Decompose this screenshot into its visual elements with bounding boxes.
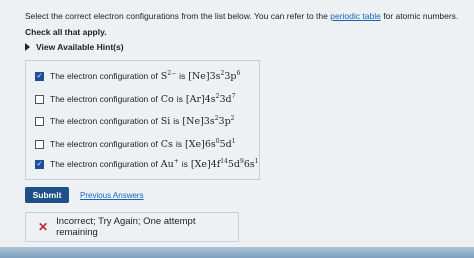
option-checkbox[interactable] — [35, 94, 44, 104]
view-hints-label: View Available Hint(s) — [36, 42, 124, 52]
option-is: is — [175, 139, 183, 149]
question-text: Select the correct electron configuratio… — [25, 11, 458, 21]
check-all-instruction: Check all that apply. — [25, 27, 107, 37]
option-row[interactable]: The electron configuration ofAu+is[Xe]4f… — [35, 158, 259, 170]
options-list: The electron configuration ofS2−is[Ne]3s… — [25, 60, 260, 180]
question-prompt: Select the correct electron configuratio… — [25, 11, 328, 21]
option-prefix: The electron configuration of — [50, 116, 158, 126]
option-config: [Ne]3s23p2 — [182, 115, 235, 127]
option-species: Cs — [160, 139, 173, 150]
option-checkbox[interactable] — [35, 139, 44, 149]
option-is: is — [179, 71, 186, 81]
option-species: Au+ — [160, 158, 179, 170]
option-checkbox[interactable] — [35, 71, 44, 81]
previous-answers-link[interactable]: Previous Answers — [80, 191, 144, 200]
option-species: S2− — [160, 70, 177, 82]
expand-triangle-icon — [25, 43, 30, 51]
periodic-table-link[interactable]: periodic table — [330, 11, 381, 21]
option-config: [Xe]6s05d1 — [185, 138, 236, 150]
option-is: is — [181, 159, 188, 169]
option-config: [Ne]3s23p6 — [188, 70, 241, 82]
view-hints-toggle[interactable]: View Available Hint(s) — [25, 42, 124, 52]
option-prefix: The electron configuration of — [50, 139, 158, 149]
option-checkbox[interactable] — [35, 116, 44, 126]
feedback-text: Incorrect; Try Again; One attempt remain… — [56, 216, 196, 238]
option-config: [Ar]4s23d7 — [185, 93, 236, 105]
submit-button[interactable]: Submit — [25, 187, 69, 203]
incorrect-x-icon: ✕ — [38, 220, 49, 234]
option-is: is — [173, 116, 180, 126]
option-prefix: The electron configuration of — [50, 71, 158, 81]
option-row[interactable]: The electron configuration of Co is [Ar]4s2… — [35, 93, 235, 105]
option-species: Co — [160, 94, 174, 105]
taskbar — [0, 247, 474, 258]
option-row[interactable]: The electron configuration of Si is [Ne]3s2… — [35, 115, 235, 127]
option-config: [Xe]4f145d96s1 — [190, 158, 259, 170]
option-prefix: The electron configuration of — [50, 159, 158, 169]
feedback-box: ✕ Incorrect; Try Again; One attempt rema… — [25, 212, 239, 242]
option-row[interactable]: The electron configuration ofS2−is[Ne]3s… — [35, 70, 240, 82]
option-species: Si — [160, 116, 171, 127]
question-suffix: for atomic numbers. — [383, 11, 459, 21]
option-row[interactable]: The electron configuration of Cs is [Xe]6s0… — [35, 138, 236, 150]
option-checkbox[interactable] — [35, 159, 44, 169]
option-prefix: The electron configuration of — [50, 94, 158, 104]
option-is: is — [176, 94, 183, 104]
